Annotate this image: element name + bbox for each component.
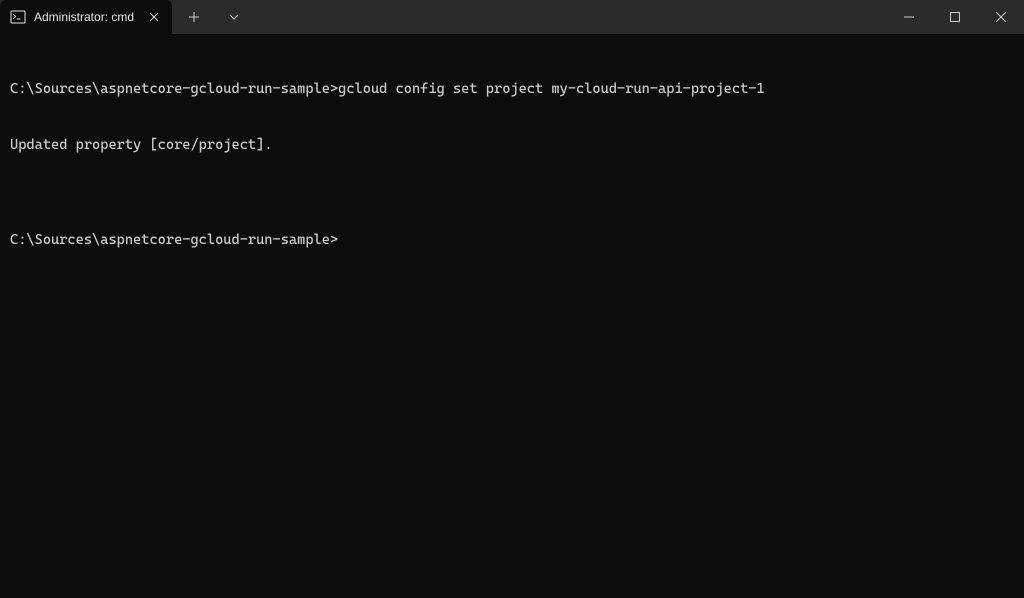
maximize-button[interactable] (932, 0, 978, 34)
terminal-line: C:\Sources\aspnetcore-gcloud-run-sample>… (10, 80, 1014, 99)
titlebar: Administrator: cmd (0, 0, 1024, 34)
window-controls (886, 0, 1024, 34)
cmd-icon (10, 9, 26, 25)
close-tab-button[interactable] (146, 9, 162, 25)
tab-title: Administrator: cmd (34, 10, 134, 24)
tab-dropdown-button[interactable] (222, 5, 246, 29)
new-tab-button[interactable] (182, 5, 206, 29)
minimize-button[interactable] (886, 0, 932, 34)
terminal-line: C:\Sources\aspnetcore-gcloud-run-sample> (10, 231, 1014, 250)
tab-active[interactable]: Administrator: cmd (0, 0, 172, 34)
tab-actions (172, 0, 246, 34)
terminal-content[interactable]: C:\Sources\aspnetcore-gcloud-run-sample>… (0, 34, 1024, 598)
titlebar-drag-area[interactable] (246, 0, 886, 34)
terminal-line: Updated property [core/project]. (10, 136, 1014, 155)
close-window-button[interactable] (978, 0, 1024, 34)
